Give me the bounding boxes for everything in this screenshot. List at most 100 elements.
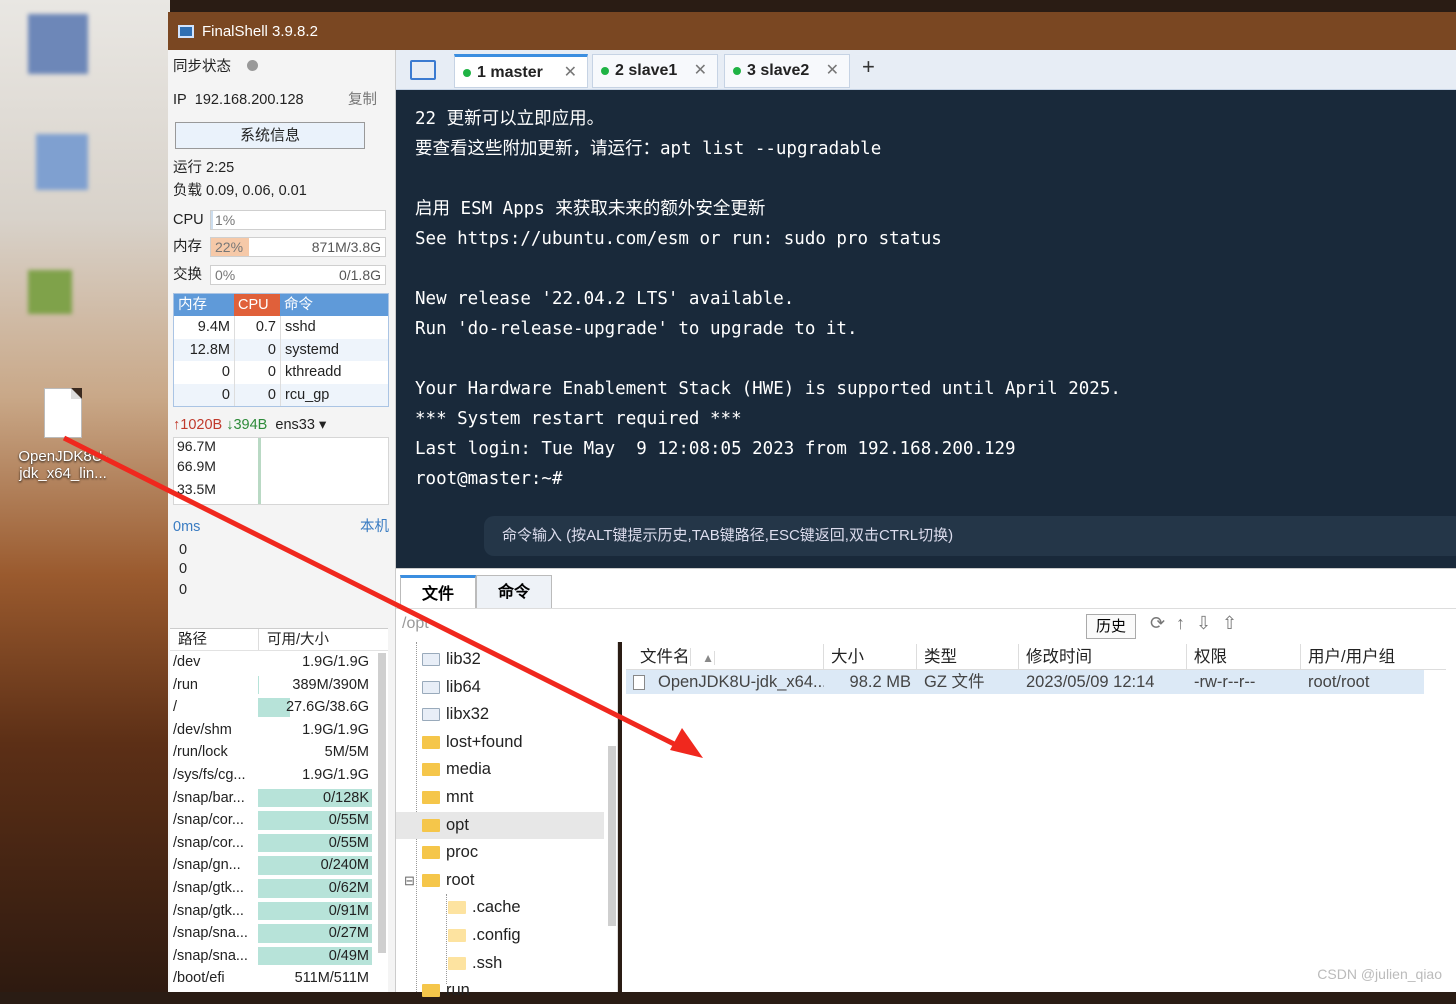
col-mtime[interactable]: 修改时间	[1019, 644, 1187, 669]
network-monitor: ↑1020B ↓394B ens33 ▾ 96.7M 66.9M 33.5M	[173, 415, 389, 509]
disk-size: 511M/511M	[258, 967, 372, 990]
disk-scrollbar[interactable]	[378, 653, 386, 953]
desktop-file-openjdk[interactable]: OpenJDK8U-jdk_x64_lin...	[8, 388, 118, 482]
col-perm[interactable]: 权限	[1187, 644, 1301, 669]
tab-master[interactable]: 1 master ✕	[454, 54, 588, 88]
copy-ip-button[interactable]: 复制	[348, 89, 377, 111]
tree-item-libx32[interactable]: libx32	[422, 701, 489, 728]
col-cmd[interactable]: 命令	[280, 294, 388, 316]
up-dir-icon[interactable]: ↑	[1176, 613, 1185, 634]
tree-item-label: .cache	[472, 898, 521, 917]
tab-files[interactable]: 文件	[400, 575, 476, 609]
tree-item-opt[interactable]: opt	[396, 811, 604, 839]
command-input[interactable]: 命令输入 (按ALT键提示历史,TAB键路径,ESC键返回,双击CTRL切换)	[484, 516, 1456, 556]
disk-size: 0/55M	[258, 809, 372, 832]
disk-size-text: 1.9G/1.9G	[302, 721, 369, 738]
disk-row[interactable]: /run/lock 5M/5M	[170, 741, 388, 764]
disk-row[interactable]: /dev 1.9G/1.9G	[170, 651, 388, 674]
ping-value: 0	[179, 582, 188, 598]
tree-item-ssh[interactable]: .ssh	[448, 950, 502, 977]
tree-item-config[interactable]: .config	[448, 922, 521, 949]
disk-row[interactable]: /sys/fs/cg... 1.9G/1.9G	[170, 764, 388, 787]
folder-icon	[448, 901, 466, 915]
refresh-icon[interactable]: ⟳	[1150, 613, 1165, 634]
blurred-desktop-icon	[28, 14, 88, 74]
col-filename[interactable]: 文件名 ▲	[626, 644, 824, 669]
tab-slave2[interactable]: 3 slave2 ✕	[724, 54, 850, 88]
folder-open-icon[interactable]	[410, 60, 436, 80]
path-bar: /opt 历史 ⟳ ↑ ⇩ ⇧	[396, 608, 1456, 642]
col-type[interactable]: 类型	[917, 644, 1019, 669]
file-name: OpenJDK8U-jdk_x64...	[658, 673, 824, 691]
folder-icon	[448, 956, 466, 970]
ping-host[interactable]: 本机	[360, 516, 389, 538]
disk-path: /dev/shm	[173, 721, 232, 738]
tree-item-mnt[interactable]: mnt	[422, 784, 474, 811]
disk-size: 0/62M	[258, 877, 372, 900]
disk-row[interactable]: /boot/efi 511M/511M	[170, 967, 388, 990]
folder-icon	[422, 791, 440, 804]
tree-scrollbar[interactable]	[608, 746, 616, 926]
download-icon[interactable]: ⇩	[1196, 613, 1211, 634]
disk-row[interactable]: /snap/gtk... 0/62M	[170, 877, 388, 900]
disk-row[interactable]: /snap/bar... 0/128K	[170, 787, 388, 810]
proc-mem: 0	[221, 364, 230, 380]
disk-row[interactable]: /run 389M/390M	[170, 674, 388, 697]
proc-cmd: rcu_gp	[280, 383, 388, 406]
disk-row[interactable]: /snap/cor... 0/55M	[170, 832, 388, 855]
process-row[interactable]: 0 0 kthreadd	[174, 361, 388, 384]
col-size[interactable]: 可用/大小	[258, 629, 329, 650]
tree-item-run[interactable]: run	[422, 977, 470, 1004]
col-owner[interactable]: 用户/用户组	[1301, 644, 1446, 669]
tree-item-proc[interactable]: proc	[422, 839, 478, 866]
session-tabbar: 1 master ✕ 2 slave1 ✕ 3 slave2 ✕ +	[396, 50, 1456, 90]
process-row[interactable]: 12.8M 0 systemd	[174, 338, 388, 361]
file-icon	[633, 675, 645, 691]
path-input[interactable]: /opt	[402, 615, 429, 633]
swap-pct: 0%	[215, 267, 236, 283]
upload-icon[interactable]: ⇧	[1222, 613, 1237, 634]
close-icon[interactable]: ✕	[826, 55, 839, 87]
net-interface-select[interactable]: ens33	[275, 417, 315, 433]
terminal-line: New release '22.04.2 LTS' available.	[415, 289, 795, 309]
col-mem[interactable]: 内存	[174, 294, 234, 316]
close-icon[interactable]: ✕	[564, 57, 577, 89]
tree-item-media[interactable]: media	[422, 756, 491, 783]
disk-row[interactable]: / 27.6G/38.6G	[170, 696, 388, 719]
col-path[interactable]: 路径	[170, 629, 258, 650]
system-info-button[interactable]: 系统信息	[175, 122, 365, 149]
tab-slave1[interactable]: 2 slave1 ✕	[592, 54, 718, 88]
terminal-line: Last login: Tue May 9 12:08:05 2023 from…	[415, 439, 1016, 459]
blurred-desktop-icon	[28, 270, 72, 314]
disk-size-text: 5M/5M	[324, 744, 369, 761]
net-graph-bar	[258, 438, 261, 504]
tree-item-root[interactable]: root	[422, 867, 474, 894]
close-icon[interactable]: ✕	[694, 55, 707, 87]
net-tick: 33.5M	[177, 481, 216, 497]
disk-row[interactable]: /snap/cor... 0/55M	[170, 809, 388, 832]
disk-row[interactable]: /snap/sna... 0/49M	[170, 945, 388, 968]
disk-row[interactable]: /snap/sna... 0/27M	[170, 922, 388, 945]
disk-size-text: 389M/390M	[292, 676, 369, 693]
sync-label: 同步状态	[173, 59, 231, 75]
add-tab-icon[interactable]: +	[862, 54, 875, 80]
tree-item-lostfound[interactable]: lost+found	[422, 729, 523, 756]
tree-item-lib32[interactable]: lib32	[422, 646, 481, 673]
disk-row[interactable]: /dev/shm 1.9G/1.9G	[170, 719, 388, 742]
tab-commands[interactable]: 命令	[476, 575, 552, 609]
history-button[interactable]: 历史	[1086, 614, 1136, 639]
process-row[interactable]: 0 0 rcu_gp	[174, 383, 388, 406]
tree-item-label: opt	[446, 815, 469, 834]
file-row[interactable]: OpenJDK8U-jdk_x64... 98.2 MB GZ 文件 2023/…	[626, 670, 1424, 694]
process-row[interactable]: 9.4M 0.7 sshd	[174, 316, 388, 339]
terminal[interactable]: 22 更新可以立即应用。 要查看这些附加更新，请运行：apt list --upg…	[396, 90, 1456, 568]
col-size[interactable]: 大小	[824, 644, 917, 669]
tree-item-cache[interactable]: .cache	[448, 894, 521, 921]
chevron-down-icon[interactable]: ▾	[319, 417, 326, 433]
tree-item-lib64[interactable]: lib64	[422, 674, 481, 701]
col-cpu[interactable]: CPU	[234, 294, 280, 316]
disk-row[interactable]: /snap/gtk... 0/91M	[170, 900, 388, 923]
disk-row[interactable]: /snap/gn... 0/240M	[170, 854, 388, 877]
collapse-icon[interactable]: ⊟	[404, 867, 415, 894]
disk-path: /snap/sna...	[173, 947, 248, 964]
